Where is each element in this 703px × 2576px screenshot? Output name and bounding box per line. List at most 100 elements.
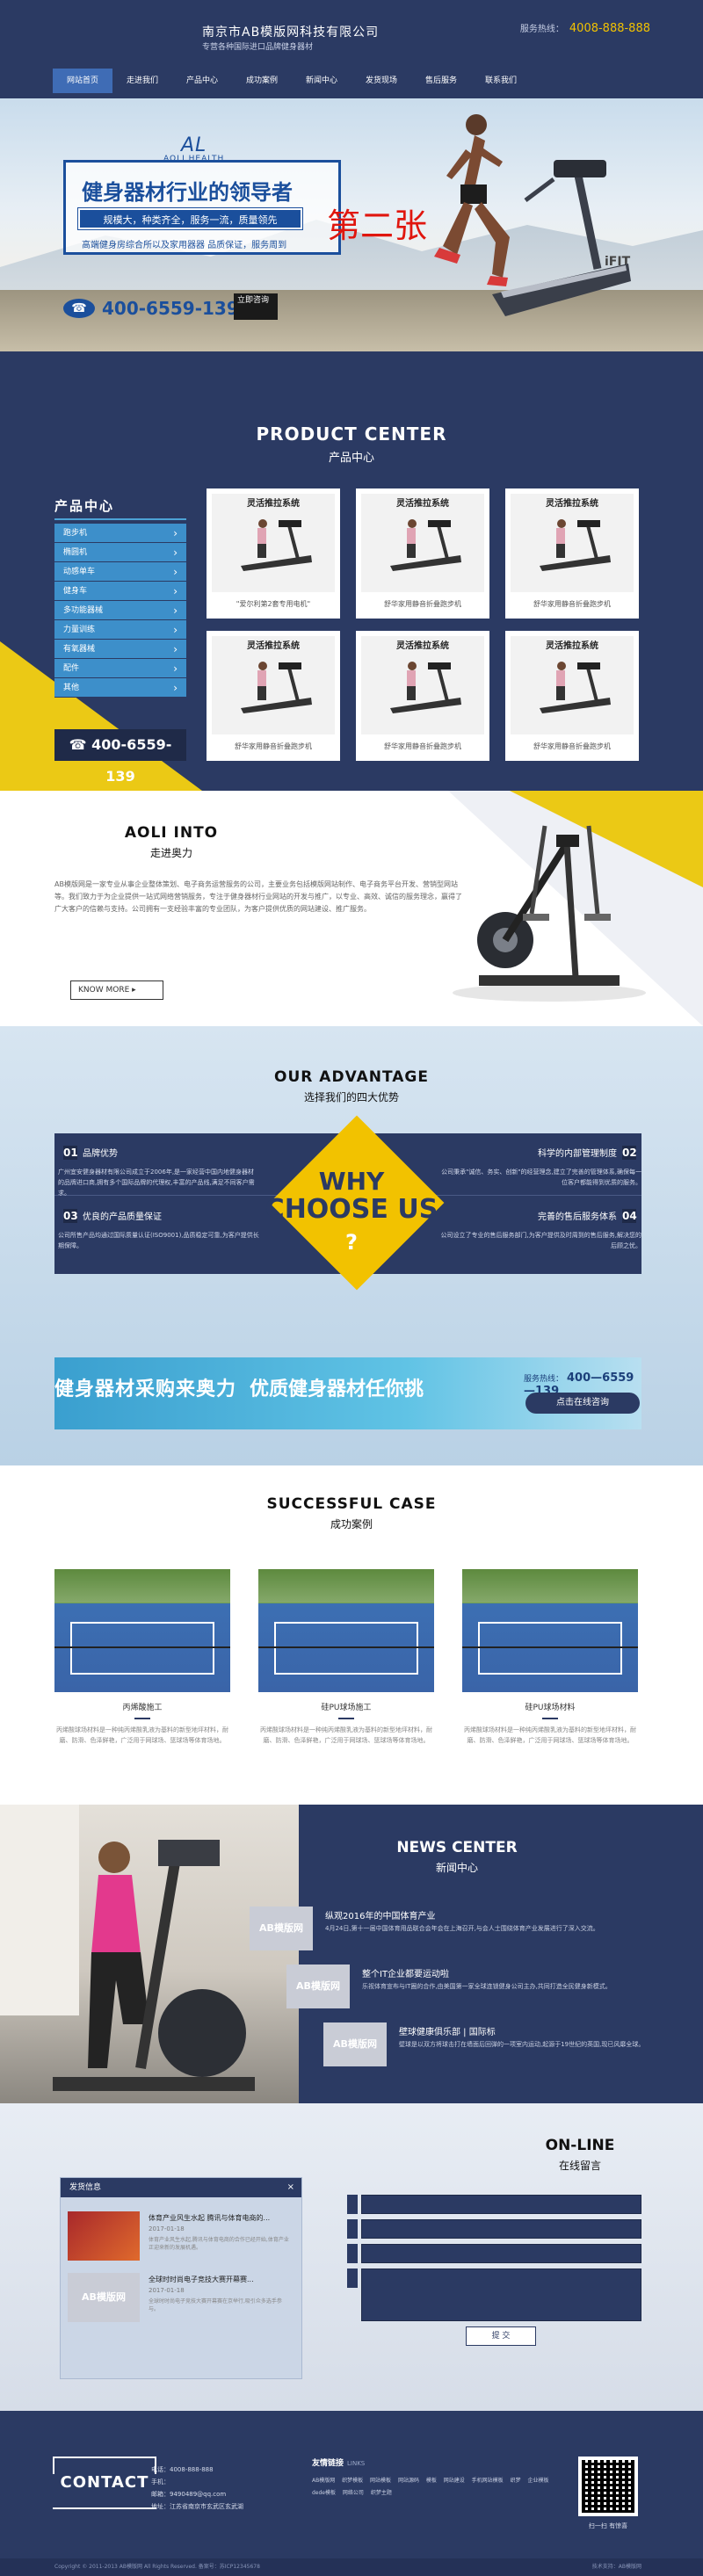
case-card[interactable]: 硅PU球场施工 丙烯酸球场材料是一种纯丙烯酸乳液为基料的新型地坪材料，耐磨、防滑、…	[258, 1569, 434, 1746]
qr-caption: 扫一扫 有惊喜	[588, 2522, 628, 2529]
nav-about[interactable]: 走进我们	[112, 69, 172, 93]
nav-home[interactable]: 网站首页	[53, 69, 112, 93]
online-heading: ON-LINE 在线留言	[492, 2137, 668, 2173]
news-title: 壁球健康俱乐部 | 国际标	[399, 2028, 496, 2037]
treadmill-image	[241, 662, 312, 713]
advantage-number: 02	[622, 1146, 637, 1160]
case-card[interactable]: 丙烯酸施工 丙烯酸球场材料是一种纯丙烯酸乳液为基料的新型地坪材料，耐磨、防滑、色泽…	[54, 1569, 230, 1746]
product-menu-item[interactable]: 力量训练	[54, 620, 186, 640]
product-menu-item[interactable]: 动感单车	[54, 562, 186, 582]
advantage-number: 04	[622, 1209, 637, 1223]
shipping-info-header: 发货信息 ×	[61, 2178, 301, 2197]
product-menu-item[interactable]: 多功能器械	[54, 601, 186, 620]
shipping-date: 2017-01-18	[149, 2287, 185, 2294]
choose-us-text: CHOOSE US	[265, 1194, 438, 1225]
product-image-title: 灵活推拉系统	[546, 641, 598, 651]
message-form: 提 交	[347, 2195, 641, 2346]
product-menu-item[interactable]: 有氧器械	[54, 640, 186, 659]
runner-treadmill-image	[434, 114, 631, 316]
divider	[338, 1718, 354, 1719]
news-desc: 乐视体育宣布与IT圈的合作,由美国第一家全球连锁健身公司主办,共同打造全民健身新…	[362, 1983, 612, 1990]
product-card[interactable]: 灵活推拉系统 舒华家用静音折叠跑步机	[356, 488, 489, 619]
news-title-en: NEWS CENTER	[396, 1839, 518, 1856]
product-card[interactable]: 灵活推拉系统 舒华家用静音折叠跑步机	[505, 488, 639, 619]
know-more-button[interactable]: KNOW MORE ▸	[70, 980, 163, 1000]
trees	[258, 1569, 434, 1603]
product-caption: 舒华家用静音折叠跑步机	[533, 600, 611, 608]
product-card[interactable]: 灵活推拉系统舒华家用静音折叠跑步机	[356, 631, 489, 761]
product-card[interactable]: 灵活推拉系统 舒华家用静音折叠跑步机	[207, 631, 340, 761]
product-card[interactable]: 灵活推拉系统 "爱尔利第2套专用电机"	[207, 488, 340, 619]
banner-textbox: 健身器材行业的领导者 规模大，种类齐全，服务一流，质量领先 高端健身房综合所以及…	[63, 160, 341, 255]
contact-phone: 电话：4008-888-888	[151, 2466, 214, 2473]
product-menu-item[interactable]: 配件	[54, 659, 186, 678]
field-label	[347, 2244, 358, 2263]
links-list[interactable]: AB模版网 织梦模板 网站模板 网站源码 模板 网站建设 手机网站模板 织梦 企…	[312, 2475, 567, 2500]
product-menu-item[interactable]: 其他	[54, 678, 186, 698]
court-lines	[70, 1622, 214, 1675]
cases-heading: SUCCESSFUL CASE 成功案例	[0, 1495, 703, 1531]
consult-button[interactable]: 立即咨询	[234, 293, 278, 320]
hotline-number: 4008-888-888	[569, 22, 650, 35]
nav-service[interactable]: 售后服务	[411, 69, 471, 93]
form-row	[347, 2219, 641, 2239]
form-row	[347, 2244, 641, 2263]
close-icon[interactable]: ×	[287, 2178, 294, 2197]
shipping-title: 全球时时尚电子竞技大赛开幕赛...	[149, 2276, 254, 2283]
submit-button[interactable]: 提 交	[466, 2326, 536, 2346]
advantage-item-title: 完善的售后服务体系 04	[439, 1209, 641, 1223]
contact-mobile: 手机：	[151, 2478, 170, 2486]
why-choose-us: WHY CHOOSE US ?	[264, 1169, 439, 1255]
online-title-en: ON-LINE	[545, 2137, 615, 2154]
treadmill-image	[390, 662, 461, 713]
name-input[interactable]	[361, 2195, 641, 2214]
case-list: 丙烯酸施工 丙烯酸球场材料是一种纯丙烯酸乳液为基料的新型地坪材料，耐磨、防滑、色泽…	[54, 1569, 638, 1746]
product-title-cn: 产品中心	[328, 452, 374, 465]
shipping-item[interactable]: AB模版网 全球时时尚电子竞技大赛开幕赛... 2017-01-18 全球时时尚电子竞…	[68, 2273, 296, 2326]
hotline-label: 服务热线：	[519, 25, 564, 34]
divider	[134, 1718, 150, 1719]
news-title: 整个IT企业都要运动啦	[362, 1970, 450, 1979]
links-heading: 友情链接 LINKS	[312, 2457, 567, 2468]
field-label	[347, 2195, 358, 2214]
news-desc: 4月24日,第十一届中国体育用品联合会年会在上海召开,与会人士围绕体育产业发展进…	[325, 1925, 599, 1932]
nav-shipping[interactable]: 发货现场	[352, 69, 411, 93]
product-card[interactable]: 灵活推拉系统 舒华家用静音折叠跑步机	[505, 631, 639, 761]
court-net	[54, 1646, 230, 1648]
email-input[interactable]	[361, 2244, 641, 2263]
advantage-desc: 公司秉承"诚信、务实、创新"的经营理念,建立了完善的管理体系,确保每一位客户都能…	[441, 1169, 641, 1186]
nav-products[interactable]: 产品中心	[172, 69, 232, 93]
friend-links: 友情链接 LINKS AB模版网 织梦模板 网站模板 网站源码 模板 网站建设 手…	[312, 2457, 567, 2500]
court-net	[258, 1646, 434, 1648]
advantage-title-cn: 选择我们的四大优势	[303, 1091, 399, 1103]
nav-contact[interactable]: 联系我们	[471, 69, 531, 93]
case-title: 丙烯酸施工	[122, 1704, 163, 1712]
product-center-heading: PRODUCT CENTER 产品中心	[0, 423, 703, 465]
shipping-item[interactable]: 体育产业风生水起 腾讯与体育电商的... 2017-01-18 体育产业风生水起,腾…	[68, 2211, 296, 2264]
treadmill-image	[241, 519, 312, 571]
ad-banner[interactable]: 健身器材采购来奥力 优质健身器材任你挑 服务热线： 400—6559—139 点击…	[54, 1357, 641, 1429]
shipping-date: 2017-01-18	[149, 2225, 185, 2232]
product-image: 灵活推拉系统	[361, 636, 484, 734]
product-image-title: 灵活推拉系统	[247, 499, 300, 509]
case-card[interactable]: 硅PU球场材料 丙烯酸球场材料是一种纯丙烯酸乳液为基料的新型地坪材料，耐磨、防滑、…	[462, 1569, 638, 1746]
nav-cases[interactable]: 成功案例	[232, 69, 292, 93]
message-textarea[interactable]	[361, 2268, 641, 2321]
online-consult-button[interactable]: 点击在线咨询	[525, 1393, 640, 1414]
news-item[interactable]: AB模版网 纵观2016年的中国体育产业 4月24日,第十一届中国体育用品联合会年会…	[250, 1907, 636, 1956]
product-image: 灵活推拉系统	[511, 636, 634, 734]
court-lines	[478, 1622, 622, 1675]
advantage-item-title: 01 品牌优势	[58, 1146, 260, 1160]
product-caption: 舒华家用静音折叠跑步机	[384, 742, 461, 750]
question-mark: ?	[345, 1230, 358, 1255]
shipping-info-box: 发货信息 × 体育产业风生水起 腾讯与体育电商的... 2017-01-18 体育产业…	[60, 2177, 302, 2379]
news-item[interactable]: AB模版网 壁球健康俱乐部 | 国际标 壁球是以双方将球击打在墙面后回弹的一项室内运…	[323, 2022, 703, 2072]
ad-phone-label: 服务热线：	[524, 1375, 564, 1384]
why-text: WHY	[318, 1167, 385, 1196]
nav-news[interactable]: 新闻中心	[292, 69, 352, 93]
product-menu-item[interactable]: 健身车	[54, 582, 186, 601]
phone-input[interactable]	[361, 2219, 641, 2239]
product-menu-item[interactable]: 椭圆机	[54, 543, 186, 562]
news-item[interactable]: AB模版网 整个IT企业都要运动啦 乐视体育宣布与IT圈的合作,由美国第一家全球连锁…	[286, 1965, 673, 2014]
product-menu-item[interactable]: 跑步机	[54, 524, 186, 543]
